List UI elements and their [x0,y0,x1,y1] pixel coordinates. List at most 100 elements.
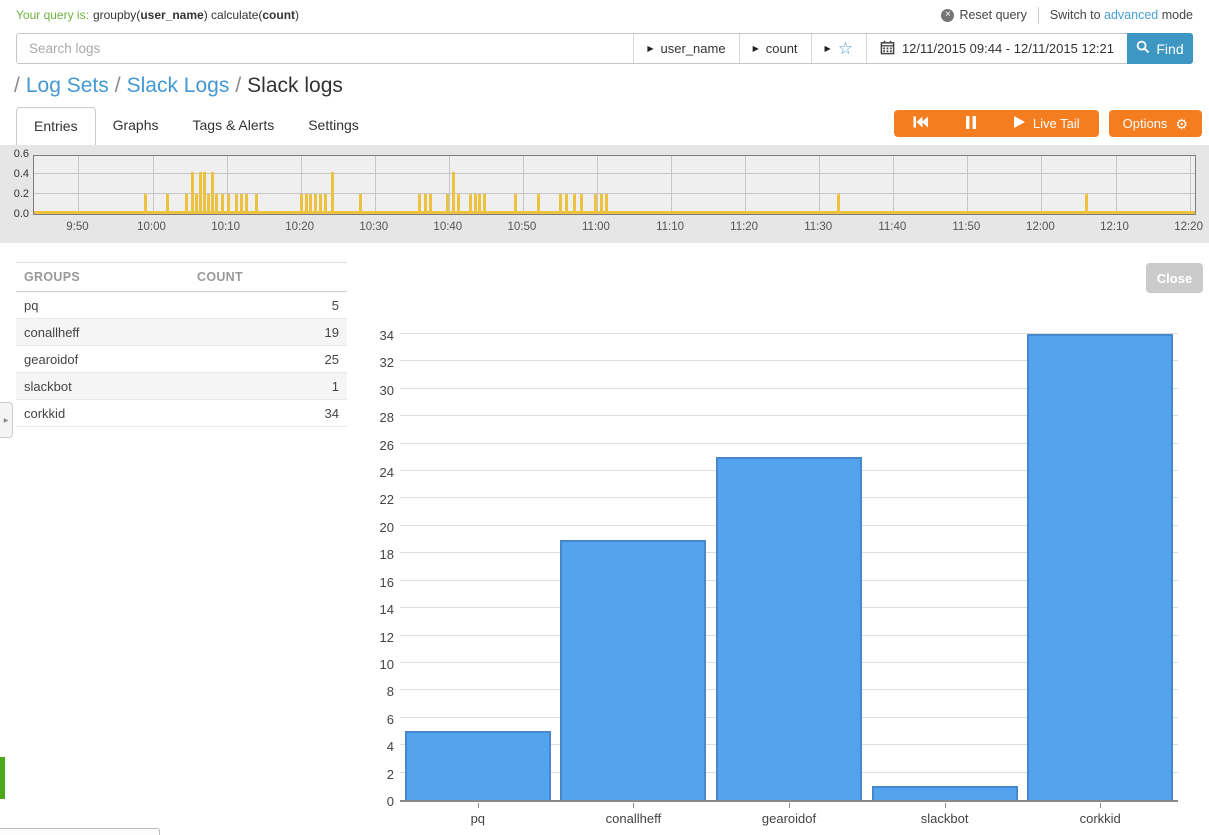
query-part: groupby( [93,8,140,22]
timeline-xtick-label: 11:50 [952,221,980,233]
timeline-spike [300,194,303,214]
timeline-spike [324,194,327,214]
timeline-spike [424,194,427,214]
query-part: count [262,8,295,22]
timeline-spike [359,194,362,214]
timeline-ytick-label: 0.0 [2,208,29,220]
bar-gearoidof[interactable] [716,457,862,800]
bar-chart-ytick-label: 16 [360,575,394,590]
timeline-xtick-label: 9:50 [66,221,88,233]
timeline-plot[interactable] [33,155,1196,215]
timeline-spike [199,172,202,214]
table-row[interactable]: pq5 [16,292,347,319]
timeline-gridline [1041,156,1042,214]
find-button[interactable]: Find [1127,33,1193,64]
timeline-gridline [375,156,376,214]
timeline-xtick-label: 10:40 [433,221,462,233]
timeline-spike [319,194,322,214]
query-part: ) [295,8,299,22]
bar-chart-ytick-label: 20 [360,520,394,535]
search-magnifier-icon [1136,40,1150,57]
skip-to-start-button[interactable] [894,110,947,137]
saved-query-section: ▶ ☆ [811,34,866,63]
calculate-field-value: count [766,41,798,56]
reset-query-button[interactable]: × Reset query [941,8,1026,22]
timeline-spike [559,194,562,214]
query-summary: Your query is: groupby(user_name) calcul… [16,8,299,22]
timeline-xtick-label: 10:50 [508,221,537,233]
timeline-spike [227,194,230,214]
breadcrumb: /Log Sets/Slack Logs/Slack logs [14,74,343,98]
timeline-gridline [745,156,746,214]
bar-chart-ytick-label: 26 [360,438,394,453]
switch-suffix: mode [1158,8,1193,22]
timeline-xtick-label: 11:00 [582,221,610,233]
groupby-field-dropdown[interactable]: ▶ user_name [633,34,738,63]
query-label: Your query is: [16,8,89,22]
timeline-spike [594,194,597,214]
timeline-xtick-label: 11:20 [730,221,758,233]
calculate-field-dropdown[interactable]: ▶ count [739,34,811,63]
timeline-spike [314,194,317,214]
timeline-spike [452,172,455,214]
timeline-spike [483,194,486,214]
timeline-spike [605,194,608,214]
bar-chart-ytick-label: 4 [360,739,394,754]
timeline-spike [469,194,472,214]
bar-pq[interactable] [405,731,551,800]
timeline-gridline [523,156,524,214]
breadcrumb-separator: / [235,74,241,98]
bar-slackbot[interactable] [872,786,1018,800]
close-button[interactable]: Close [1146,263,1203,293]
bar-chart-ytick-label: 32 [360,355,394,370]
advanced-mode-link[interactable]: advanced [1104,8,1158,22]
tab-tags-alerts[interactable]: Tags & Alerts [176,107,292,145]
tab-settings[interactable]: Settings [291,107,376,145]
timeline-xtick-label: 10:20 [285,221,314,233]
dropdown-arrow-icon: ▶ [753,44,759,53]
bar-chart-ytick-label: 22 [360,492,394,507]
timeline-xtick-label: 10:30 [359,221,388,233]
timeline-spike [235,194,238,214]
bar-chart-category-label: conallheff [606,811,661,826]
timeline-spike [1085,194,1088,214]
bar-chart-ytick-label: 30 [360,383,394,398]
bar-corkkid[interactable] [1027,334,1173,800]
timeline-gridline [893,156,894,214]
timeline-spike [221,194,224,214]
feedback-tab-edge[interactable] [0,757,5,799]
pause-button[interactable] [947,110,995,137]
dropdown-arrow-icon[interactable]: ▶ [825,44,831,53]
bar-chart-category-label: gearoidof [762,811,816,826]
timeline-gridline [819,156,820,214]
live-tail-button[interactable]: Live Tail [995,110,1099,137]
star-favorite-icon[interactable]: ☆ [838,40,853,57]
breadcrumb-link[interactable]: Slack Logs [127,74,230,98]
log-controls: Live Tail Options ⚙ [894,110,1202,137]
breadcrumb-link[interactable]: Log Sets [26,74,109,98]
groups-table-header: GROUPS COUNT [16,262,347,292]
switch-mode-text: Switch to advanced mode [1050,8,1193,22]
timeline-spike [331,172,334,214]
timeline-xtick-label: 11:30 [804,221,832,233]
timeline-spike [309,194,312,214]
search-input[interactable] [17,34,633,63]
timeline-spike [514,194,517,214]
calendar-icon [880,40,895,58]
timeline-spike [573,194,576,214]
options-button[interactable]: Options ⚙ [1109,110,1202,137]
timeline-spike [305,194,308,214]
timeline-gridline [78,156,79,214]
bar-conallheff[interactable] [560,540,706,800]
reset-query-label: Reset query [959,8,1026,22]
tab-graphs[interactable]: Graphs [96,107,176,145]
switch-prefix: Switch to [1050,8,1104,22]
group-count: 5 [332,298,347,313]
timeline-xtick-label: 12:10 [1100,221,1129,233]
date-range-picker[interactable]: 12/11/2015 09:44 - 12/11/2015 12:21 [866,34,1127,63]
breadcrumb-separator: / [115,74,121,98]
tab-entries[interactable]: Entries [16,107,96,145]
options-label: Options [1123,116,1168,131]
timeline-xtick-label: 10:00 [137,221,166,233]
timeline-spike [255,194,258,214]
